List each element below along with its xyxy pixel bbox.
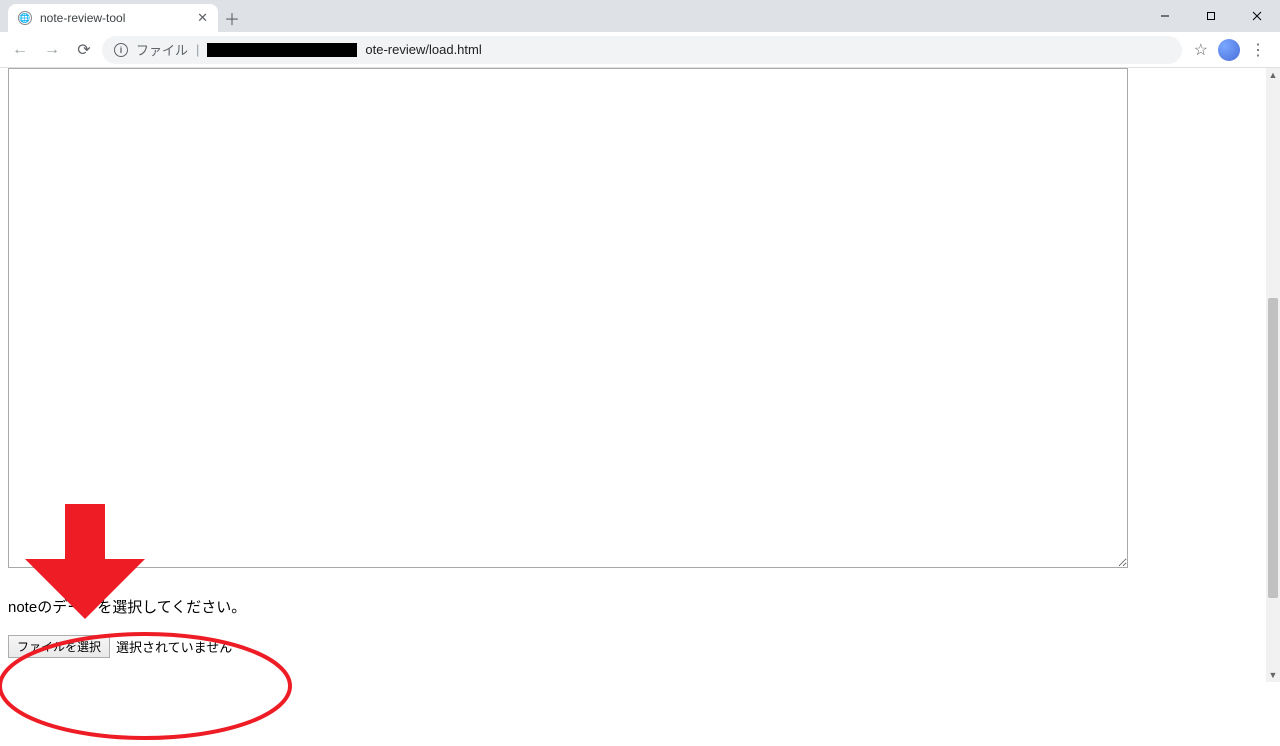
globe-icon: 🌐 bbox=[18, 11, 32, 25]
chrome-menu-icon[interactable]: ⋮ bbox=[1250, 40, 1266, 60]
url-scheme-label: ファイル bbox=[136, 40, 188, 59]
address-bar[interactable]: i ファイル | ote-review/load.html bbox=[102, 36, 1182, 64]
url-path-suffix: ote-review/load.html bbox=[365, 42, 481, 57]
new-tab-button[interactable]: ＋ bbox=[218, 4, 246, 32]
choose-file-button[interactable]: ファイルを選択 bbox=[8, 635, 110, 658]
forward-button[interactable]: → bbox=[38, 36, 66, 64]
file-selection-status: 選択されていません bbox=[116, 637, 232, 656]
scroll-down-arrow-icon[interactable]: ▼ bbox=[1266, 668, 1280, 682]
scroll-up-arrow-icon[interactable]: ▲ bbox=[1266, 68, 1280, 82]
window-minimize-button[interactable] bbox=[1142, 0, 1188, 32]
browser-tab[interactable]: 🌐 note-review-tool ✕ bbox=[8, 4, 218, 32]
browser-toolbar: ← → ⟳ i ファイル | ote-review/load.html ☆ ⋮ bbox=[0, 32, 1280, 68]
back-button[interactable]: ← bbox=[6, 36, 34, 64]
file-input-row: ファイルを選択 選択されていません bbox=[8, 635, 1272, 658]
bookmark-star-icon[interactable]: ☆ bbox=[1194, 40, 1208, 60]
url-separator: | bbox=[196, 42, 199, 57]
close-tab-icon[interactable]: ✕ bbox=[197, 10, 208, 26]
redacted-path bbox=[207, 43, 357, 57]
tab-title: note-review-tool bbox=[40, 11, 189, 25]
reload-button[interactable]: ⟳ bbox=[70, 36, 98, 64]
note-data-textarea[interactable] bbox=[8, 68, 1128, 568]
browser-tab-strip: 🌐 note-review-tool ✕ ＋ bbox=[0, 0, 1280, 32]
window-controls bbox=[1142, 0, 1280, 32]
profile-avatar[interactable] bbox=[1218, 39, 1240, 61]
window-maximize-button[interactable] bbox=[1188, 0, 1234, 32]
window-close-button[interactable] bbox=[1234, 0, 1280, 32]
page-viewport: noteのデータを選択してください。 ファイルを選択 選択されていません ▲ ▼ bbox=[0, 68, 1280, 682]
file-select-prompt: noteのデータを選択してください。 bbox=[8, 596, 1272, 617]
page-info-icon[interactable]: i bbox=[114, 43, 128, 57]
vertical-scrollbar[interactable]: ▲ ▼ bbox=[1266, 68, 1280, 682]
scrollbar-thumb[interactable] bbox=[1268, 298, 1278, 598]
